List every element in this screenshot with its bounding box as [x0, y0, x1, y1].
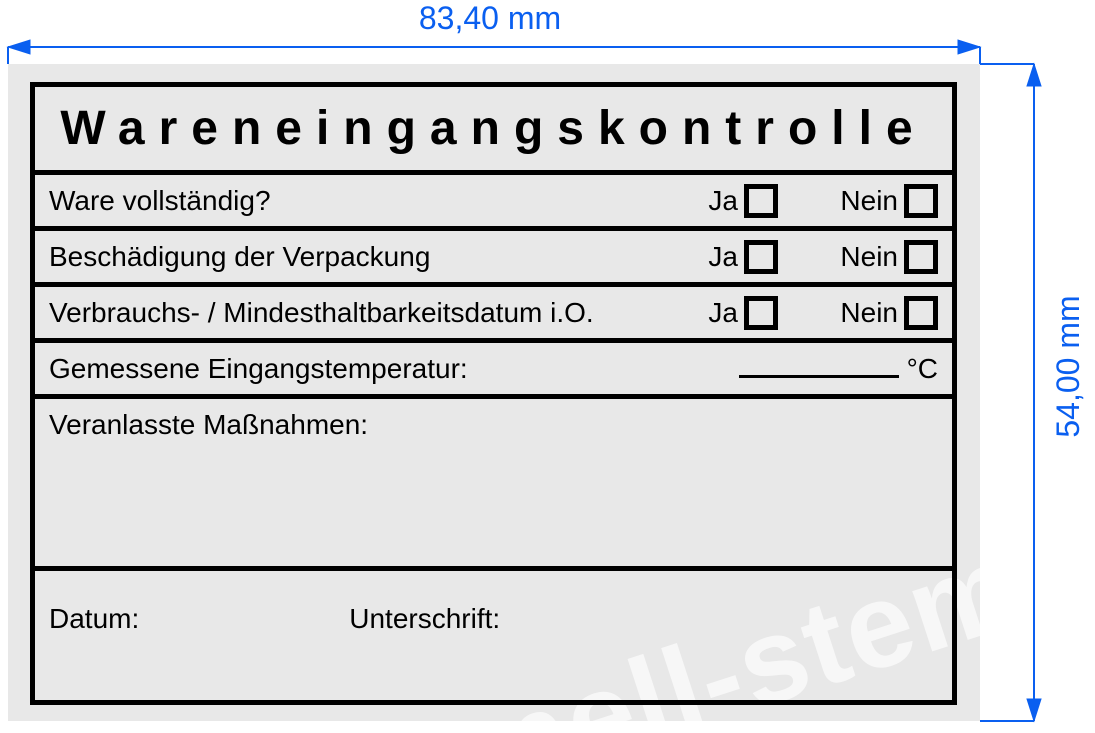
no-label-1: Nein: [840, 185, 898, 217]
title-row: Wareneingangskontrolle: [35, 87, 952, 175]
date-label: Datum:: [49, 603, 139, 635]
signature-label: Unterschrift:: [349, 603, 500, 635]
question-3-label: Verbrauchs- / Mindesthaltbarkeitsdatum i…: [49, 297, 608, 329]
yes-label-2: Ja: [708, 241, 738, 273]
height-dimension-label: 54,00 mm: [1050, 0, 1087, 733]
footer-row: Datum: Unterschrift:: [35, 571, 952, 647]
question-row-1: Ware vollständig? Ja Nein: [35, 175, 952, 231]
question-row-2: Beschädigung der Verpackung Ja Nein: [35, 231, 952, 287]
checkbox-q3-yes[interactable]: [744, 296, 778, 330]
width-dimension-label: 83,40 mm: [0, 0, 980, 37]
form-title: Wareneingangskontrolle: [60, 101, 926, 156]
actions-row: Veranlasste Maßnahmen:: [35, 399, 952, 571]
question-row-3: Verbrauchs- / Mindesthaltbarkeitsdatum i…: [35, 287, 952, 343]
checkbox-q2-yes[interactable]: [744, 240, 778, 274]
checkbox-q1-yes[interactable]: [744, 184, 778, 218]
temperature-unit: °C: [907, 353, 938, 385]
no-label-3: Nein: [840, 297, 898, 329]
question-2-label: Beschädigung der Verpackung: [49, 241, 608, 273]
no-label-2: Nein: [840, 241, 898, 273]
yes-label-1: Ja: [708, 185, 738, 217]
temperature-row: Gemessene Eingangstemperatur: °C: [35, 343, 952, 399]
checkbox-q2-no[interactable]: [904, 240, 938, 274]
stamp-form: Wareneingangskontrolle Ware vollständig?…: [30, 82, 957, 705]
temperature-input-line[interactable]: [739, 352, 899, 378]
checkbox-q1-no[interactable]: [904, 184, 938, 218]
yes-label-3: Ja: [708, 297, 738, 329]
temperature-label: Gemessene Eingangstemperatur:: [49, 353, 468, 385]
checkbox-q3-no[interactable]: [904, 296, 938, 330]
actions-label: Veranlasste Maßnahmen:: [49, 409, 368, 441]
question-1-label: Ware vollständig?: [49, 185, 608, 217]
